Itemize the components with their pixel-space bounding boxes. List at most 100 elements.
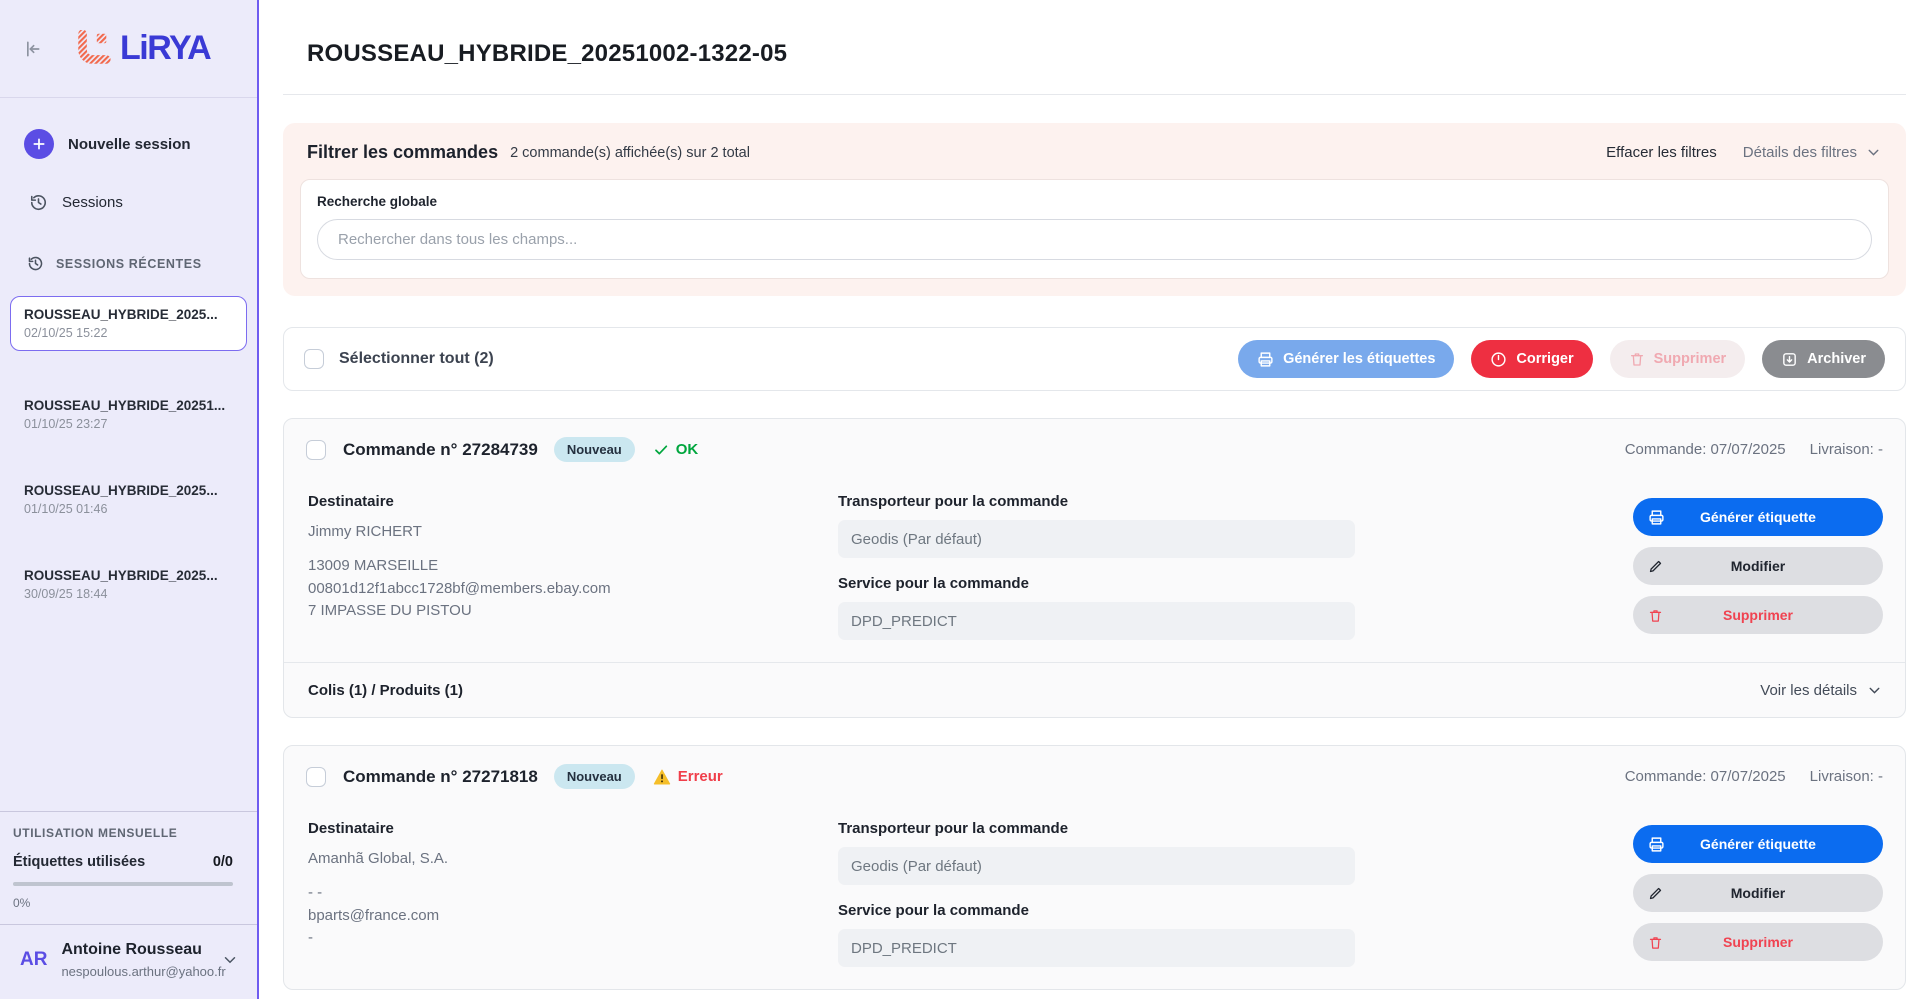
- pencil-icon: [1648, 886, 1663, 901]
- order-date: Commande: 07/07/2025: [1625, 441, 1786, 458]
- status-badge-new: Nouveau: [554, 437, 635, 462]
- generate-label-button[interactable]: Générer étiquette: [1633, 825, 1883, 863]
- recipient-name: Jimmy RICHERT: [308, 523, 838, 540]
- trash-icon: [1629, 351, 1645, 367]
- carrier-label: Transporteur pour la commande: [838, 493, 1355, 510]
- filter-details-toggle[interactable]: Détails des filtres: [1743, 144, 1882, 161]
- recipient-city: 13009 MARSEILLE: [308, 555, 838, 578]
- filter-title: Filtrer les commandes: [307, 142, 498, 163]
- carrier-label: Transporteur pour la commande: [838, 820, 1355, 837]
- lirya-logo-mark-icon: [74, 30, 112, 68]
- avatar: AR: [16, 949, 47, 971]
- plus-icon: [24, 129, 54, 159]
- warning-triangle-icon: [653, 769, 671, 785]
- sidebar-header: LiRYA: [0, 0, 257, 98]
- session-datetime: 01/10/25 23:27: [24, 417, 233, 431]
- recipient-address: -: [308, 927, 838, 950]
- carrier-column: Transporteur pour la commande Geodis (Pa…: [838, 820, 1355, 967]
- recipient-column: Destinataire Jimmy RICHERT 13009 MARSEIL…: [308, 493, 838, 640]
- filter-details-label: Détails des filtres: [1743, 144, 1857, 161]
- service-select[interactable]: DPD_PREDICT: [838, 602, 1355, 640]
- sidebar-item-sessions[interactable]: Sessions: [22, 184, 239, 221]
- carrier-select[interactable]: Geodis (Par défaut): [838, 520, 1355, 558]
- correct-button[interactable]: Corriger: [1471, 340, 1592, 378]
- app-root: LiRYA Nouvelle session Sessions SESSIONS: [0, 0, 1920, 999]
- session-title: ROUSSEAU_HYBRIDE_2025...: [24, 568, 233, 583]
- global-search-card: Recherche globale: [300, 179, 1889, 279]
- recipient-email: bparts@france.com: [308, 905, 838, 928]
- delete-order-button[interactable]: Supprimer: [1633, 923, 1883, 961]
- pencil-icon: [1648, 559, 1663, 574]
- session-title: ROUSSEAU_HYBRIDE_20251...: [24, 398, 233, 413]
- session-item[interactable]: ROUSSEAU_HYBRIDE_2025... 01/10/25 01:46: [10, 472, 247, 527]
- order-checkbox[interactable]: [306, 767, 326, 787]
- check-icon: [653, 442, 669, 458]
- generate-label-button[interactable]: Générer étiquette: [1633, 498, 1883, 536]
- search-label: Recherche globale: [317, 194, 1872, 209]
- recipient-address: 7 IMPASSE DU PISTOU: [308, 600, 838, 623]
- delivery-date: Livraison: -: [1810, 768, 1883, 785]
- user-menu[interactable]: AR Antoine Rousseau nespoulous.arthur@ya…: [0, 924, 257, 999]
- user-name: Antoine Rousseau: [61, 941, 207, 959]
- delete-order-button[interactable]: Supprimer: [1633, 596, 1883, 634]
- collapse-sidebar-icon[interactable]: [22, 39, 42, 59]
- session-datetime: 02/10/25 15:22: [24, 326, 233, 340]
- delete-button-disabled[interactable]: Supprimer: [1610, 340, 1746, 378]
- history-icon: [29, 193, 48, 212]
- order-status-ok: OK: [653, 441, 699, 458]
- printer-icon: [1648, 836, 1665, 853]
- see-details-toggle[interactable]: Voir les détails: [1760, 682, 1883, 699]
- sidebar-nav: Nouvelle session Sessions: [0, 98, 257, 229]
- recipient-city: - -: [308, 882, 838, 905]
- order-actions-column: Générer étiquette Modifier Supprimer: [1633, 820, 1883, 967]
- archive-icon: [1781, 351, 1798, 368]
- chevron-down-icon: [221, 951, 239, 969]
- lirya-logo: LiRYA: [74, 29, 210, 68]
- recipient-label: Destinataire: [308, 493, 838, 510]
- recipient-label: Destinataire: [308, 820, 838, 837]
- session-item[interactable]: ROUSSEAU_HYBRIDE_2025... 30/09/25 18:44: [10, 557, 247, 612]
- usage-count: 0/0: [213, 854, 233, 870]
- status-badge-new: Nouveau: [554, 764, 635, 789]
- sidebar-item-new-session[interactable]: Nouvelle session: [22, 120, 239, 168]
- service-label: Service pour la commande: [838, 575, 1355, 592]
- history-icon: [27, 255, 44, 272]
- bulk-action-bar: Sélectionner tout (2) Générer les étique…: [283, 327, 1906, 391]
- session-title: ROUSSEAU_HYBRIDE_2025...: [24, 307, 233, 322]
- usage-percent: 0%: [13, 896, 233, 910]
- delivery-date: Livraison: -: [1810, 441, 1883, 458]
- order-card-footer: Colis (1) / Produits (1) Voir les détail…: [284, 662, 1905, 717]
- edit-order-button[interactable]: Modifier: [1633, 874, 1883, 912]
- session-datetime: 01/10/25 01:46: [24, 502, 233, 516]
- nav-label: Sessions: [62, 194, 123, 211]
- order-checkbox[interactable]: [306, 440, 326, 460]
- order-title: Commande n° 27271818: [343, 767, 538, 787]
- select-all-checkbox[interactable]: [304, 349, 324, 369]
- session-item[interactable]: ROUSSEAU_HYBRIDE_20251... 01/10/25 23:27: [10, 387, 247, 442]
- carrier-select[interactable]: Geodis (Par défaut): [838, 847, 1355, 885]
- order-card: Commande n° 27271818 Nouveau Erreur Comm…: [283, 745, 1906, 990]
- service-select[interactable]: DPD_PREDICT: [838, 929, 1355, 967]
- recipient-column: Destinataire Amanhã Global, S.A. - - bpa…: [308, 820, 838, 967]
- chevron-down-icon: [1866, 682, 1883, 699]
- session-item[interactable]: ROUSSEAU_HYBRIDE_2025... 02/10/25 15:22: [10, 296, 247, 351]
- generate-labels-button[interactable]: Générer les étiquettes: [1238, 340, 1454, 378]
- edit-order-button[interactable]: Modifier: [1633, 547, 1883, 585]
- chevron-down-icon: [1865, 144, 1882, 161]
- title-divider: [283, 94, 1906, 95]
- filter-panel: Filtrer les commandes 2 commande(s) affi…: [283, 123, 1906, 296]
- recent-sessions-header: SESSIONS RÉCENTES: [0, 229, 257, 282]
- clear-filters-link[interactable]: Effacer les filtres: [1606, 144, 1717, 161]
- usage-header: UTILISATION MENSUELLE: [13, 826, 233, 840]
- nav-label: Nouvelle session: [68, 136, 191, 153]
- order-card-header: Commande n° 27284739 Nouveau OK Commande…: [284, 419, 1905, 480]
- session-datetime: 30/09/25 18:44: [24, 587, 233, 601]
- global-search-input[interactable]: [317, 219, 1872, 260]
- recipient-email: 00801d12f1abcc1728bf@members.ebay.com: [308, 578, 838, 601]
- service-label: Service pour la commande: [838, 902, 1355, 919]
- usage-label: Étiquettes utilisées: [13, 854, 145, 870]
- archive-button[interactable]: Archiver: [1762, 340, 1885, 378]
- printer-icon: [1648, 509, 1665, 526]
- order-card: Commande n° 27284739 Nouveau OK Commande…: [283, 418, 1906, 718]
- main-content: ROUSSEAU_HYBRIDE_20251002-1322-05 Filtre…: [259, 0, 1920, 999]
